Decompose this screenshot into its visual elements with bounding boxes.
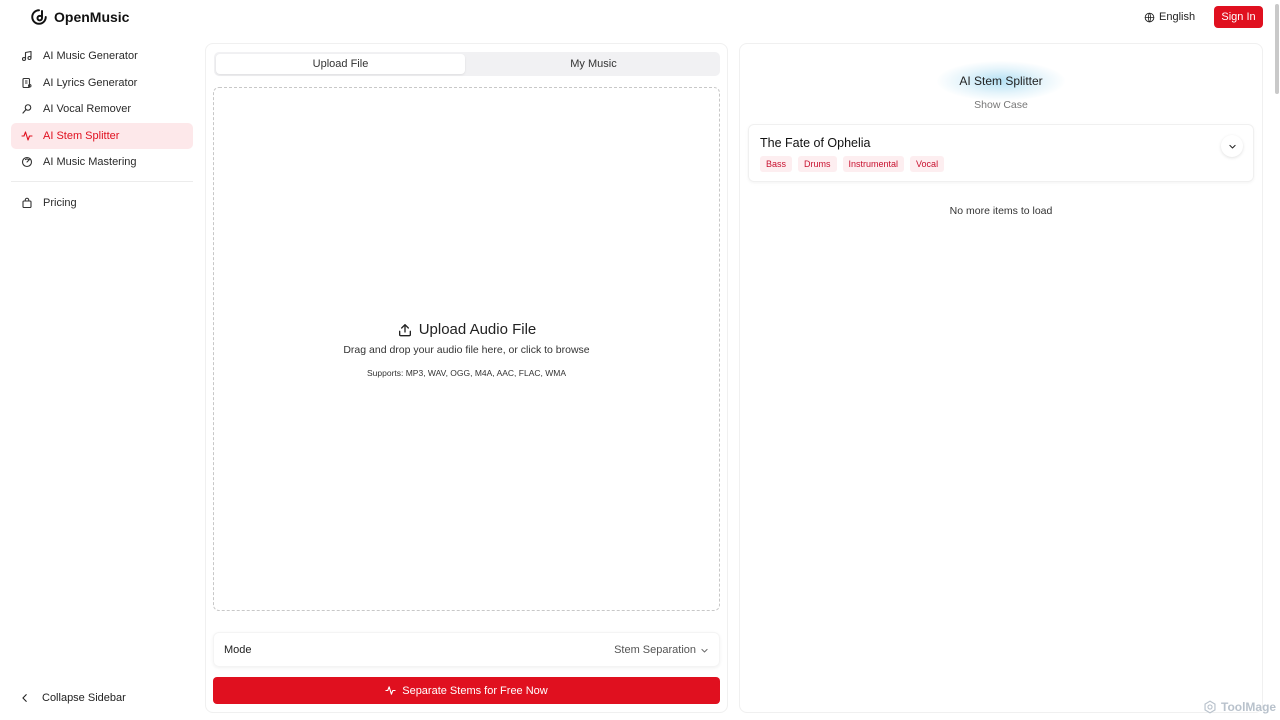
chevron-left-icon	[22, 694, 27, 702]
mastering-icon	[21, 156, 33, 168]
sidebar-item-ai-music-generator[interactable]: AI Music Generator	[11, 43, 193, 69]
chevron-down-icon	[701, 648, 708, 652]
separate-stems-label: Separate Stems for Free Now	[402, 684, 548, 697]
watermark: ToolMage	[1203, 700, 1276, 714]
sign-in-button[interactable]: Sign In	[1214, 6, 1263, 28]
sidebar-divider	[11, 181, 193, 182]
shopping-bag-icon	[22, 197, 32, 209]
mode-select[interactable]: Mode Stem Separation	[213, 632, 720, 667]
mode-value[interactable]: Stem Separation	[614, 644, 709, 656]
no-more-items: No more items to load	[949, 205, 1053, 217]
mode-value-text: Stem Separation	[614, 644, 696, 656]
music-note-icon	[21, 50, 32, 62]
globe-icon	[1144, 12, 1155, 22]
openmusic-logo-icon	[31, 9, 47, 25]
sidebar-item-pricing[interactable]: Pricing	[11, 190, 193, 216]
page-scrollbar[interactable]	[1273, 0, 1280, 720]
sidebar-item-label: AI Lyrics Generator	[43, 77, 138, 89]
language-selector[interactable]: English	[1144, 11, 1195, 23]
showcase-title: AI Stem Splitter	[959, 74, 1043, 88]
chevron-down-icon	[1228, 144, 1236, 148]
upload-panel: Upload File My Music Upload Audio File D…	[205, 43, 728, 713]
mode-label: Mode	[224, 644, 252, 656]
dropzone-title-row: Upload Audio File	[214, 321, 719, 338]
collapse-sidebar-button[interactable]: Collapse Sidebar	[20, 692, 126, 704]
sidebar: AI Music Generator AI Lyrics Generator A…	[0, 42, 200, 720]
waveform-icon	[21, 131, 33, 141]
dropzone-subtitle: Drag and drop your audio file here, or c…	[343, 344, 590, 356]
tag-instrumental[interactable]: Instrumental	[842, 156, 905, 172]
dropzone-title: Upload Audio File	[418, 321, 537, 338]
track-title: The Fate of Ophelia	[760, 136, 871, 150]
upload-icon	[398, 323, 411, 336]
sidebar-item-ai-stem-splitter[interactable]: AI Stem Splitter	[11, 123, 193, 149]
showcase-panel: AI Stem Splitter Show Case The Fate of O…	[739, 43, 1263, 713]
upload-tabs: Upload File My Music	[214, 52, 720, 76]
showcase-card[interactable]: The Fate of Ophelia Bass Drums Instrumen…	[748, 124, 1254, 182]
sidebar-item-label: Pricing	[43, 197, 77, 209]
sidebar-item-ai-vocal-remover[interactable]: AI Vocal Remover	[11, 96, 193, 122]
sidebar-item-label: AI Vocal Remover	[43, 103, 132, 115]
dropzone-formats: Supports: MP3, WAV, OGG, M4A, AAC, FLAC,…	[366, 368, 566, 378]
scrollbar-thumb[interactable]	[1275, 4, 1279, 94]
watermark-text: ToolMage	[1221, 700, 1277, 714]
tag-vocal[interactable]: Vocal	[910, 156, 945, 172]
toolmage-logo-icon	[1204, 700, 1216, 714]
collapse-sidebar-label: Collapse Sidebar	[42, 692, 126, 704]
microphone-icon	[22, 104, 32, 114]
sidebar-item-ai-music-mastering[interactable]: AI Music Mastering	[11, 149, 193, 175]
tag-drums[interactable]: Drums	[798, 156, 837, 172]
lyrics-icon	[22, 77, 32, 89]
showcase-subtitle: Show Case	[974, 99, 1028, 111]
top-bar: OpenMusic English Sign In	[0, 0, 1280, 36]
sidebar-item-label: AI Stem Splitter	[43, 130, 120, 142]
stem-tags: Bass Drums Instrumental Vocal	[760, 156, 945, 172]
separate-stems-button[interactable]: Separate Stems for Free Now	[213, 677, 720, 704]
sidebar-item-label: AI Music Generator	[43, 50, 138, 62]
brand[interactable]: OpenMusic	[30, 8, 129, 26]
language-label: English	[1159, 11, 1196, 23]
waveform-icon	[385, 686, 396, 695]
tag-bass[interactable]: Bass	[760, 156, 793, 172]
expand-button[interactable]	[1221, 135, 1243, 157]
sidebar-item-ai-lyrics-generator[interactable]: AI Lyrics Generator	[11, 70, 193, 96]
tab-upload-file[interactable]: Upload File	[216, 54, 465, 74]
sidebar-item-label: AI Music Mastering	[43, 156, 137, 168]
brand-name: OpenMusic	[54, 9, 130, 25]
upload-dropzone[interactable]: Upload Audio File Drag and drop your aud…	[213, 87, 720, 611]
tab-my-music[interactable]: My Music	[469, 54, 718, 74]
